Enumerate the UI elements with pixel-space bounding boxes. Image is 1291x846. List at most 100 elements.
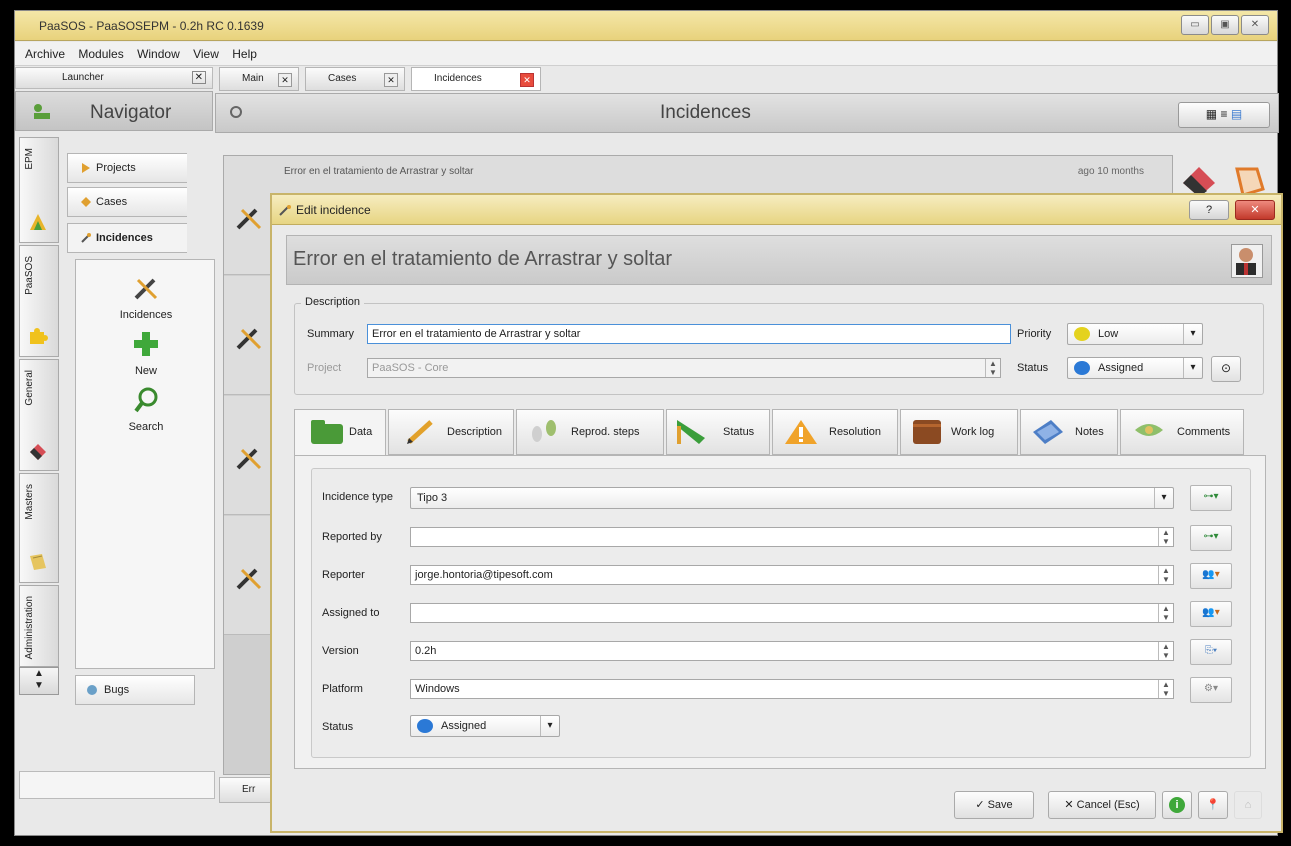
menu-bar: Archive Modules Window View Help bbox=[15, 42, 1277, 66]
tab-resolution[interactable]: Resolution bbox=[772, 409, 898, 455]
version-input[interactable]: 0.2h ▲ ▼ bbox=[410, 641, 1174, 661]
list-view-icon[interactable]: ≡ bbox=[1220, 107, 1227, 121]
minimize-button[interactable]: ▭ bbox=[1181, 15, 1209, 35]
platform-button[interactable]: ⚙▾ bbox=[1190, 677, 1232, 703]
notepad-icon bbox=[1033, 420, 1063, 444]
reported-by-input[interactable]: ▲ ▼ bbox=[410, 527, 1174, 547]
menu-modules[interactable]: Modules bbox=[78, 42, 123, 61]
nav-tab-projects[interactable]: Projects bbox=[67, 153, 187, 183]
footsteps-icon bbox=[532, 420, 556, 442]
navigator-actions-panel: Incidences New Search bbox=[75, 259, 215, 669]
summary-label: Summary bbox=[307, 328, 355, 340]
folder-icon bbox=[311, 420, 343, 444]
menu-view[interactable]: View bbox=[193, 42, 219, 61]
tree-icon: ⊶▾ bbox=[1203, 491, 1219, 502]
spinner-icon[interactable]: ▲ ▼ bbox=[1158, 604, 1173, 622]
incidence-type-select[interactable]: Tipo 3 ▾ bbox=[410, 487, 1174, 509]
description-legend: Description bbox=[301, 296, 365, 308]
chevron-right-icon bbox=[82, 163, 90, 173]
dialog-title: Edit incidence bbox=[296, 203, 371, 217]
help-button[interactable]: ? bbox=[1189, 200, 1229, 220]
nav-tab-bugs[interactable]: Bugs bbox=[75, 675, 195, 705]
nav-action-new[interactable]: New bbox=[76, 330, 216, 377]
vtab-epm[interactable]: EPM bbox=[19, 137, 59, 243]
nav-action-incidences[interactable]: Incidences bbox=[76, 274, 216, 321]
refresh-icon[interactable] bbox=[230, 106, 242, 118]
tab-data[interactable]: Data bbox=[294, 409, 386, 457]
reported-by-label: Reported by bbox=[322, 531, 382, 543]
spinner-icon[interactable]: ▲ ▼ bbox=[985, 359, 1000, 377]
tab-notes[interactable]: Notes bbox=[1020, 409, 1118, 455]
tab-comments[interactable]: Comments bbox=[1120, 409, 1244, 455]
cancel-button[interactable]: ✕ Cancel (Esc) bbox=[1048, 791, 1156, 819]
close-icon[interactable]: ✕ bbox=[278, 73, 292, 87]
project-field[interactable]: PaaSOS - Core ▲ ▼ bbox=[367, 358, 1001, 378]
status-action-button[interactable]: ⊙ bbox=[1211, 356, 1241, 382]
navigator-title: Navigator bbox=[90, 102, 172, 123]
description-group: Description Summary Error en el tratamie… bbox=[294, 296, 1264, 395]
spinner-icon[interactable]: ▲ ▼ bbox=[1158, 642, 1173, 660]
logbook-icon bbox=[913, 420, 941, 444]
spinner-icon[interactable]: ▲ ▼ bbox=[1158, 528, 1173, 546]
status-select[interactable]: Assigned ▾ bbox=[1067, 357, 1203, 379]
spinner-icon[interactable]: ▲ ▼ bbox=[1158, 680, 1173, 698]
incidences-header: Incidences ▦ ≡ ▤ bbox=[215, 93, 1279, 133]
priority-select[interactable]: Low ▾ bbox=[1067, 323, 1203, 345]
menu-help[interactable]: Help bbox=[232, 42, 257, 61]
nav-tab-incidences[interactable]: Incidences bbox=[67, 223, 187, 253]
version-button[interactable]: ⎘▾ bbox=[1190, 639, 1232, 665]
close-dialog-button[interactable]: ✕ bbox=[1235, 200, 1275, 220]
menu-window[interactable]: Window bbox=[137, 42, 180, 61]
dialog-tabs: Data Description Reprod. steps Status Re… bbox=[294, 409, 1266, 457]
vtab-administration[interactable]: Administration bbox=[19, 585, 59, 667]
tab-incidences[interactable]: Incidences ✕ bbox=[411, 67, 541, 91]
reported-by-tree-button[interactable]: ⊶▾ bbox=[1190, 525, 1232, 551]
tab-cases[interactable]: Cases ✕ bbox=[305, 67, 405, 91]
avatar[interactable] bbox=[1231, 244, 1263, 278]
reporter-input[interactable]: jorge.hontoria@tipesoft.com ▲ ▼ bbox=[410, 565, 1174, 585]
bottom-tab[interactable]: Err bbox=[219, 777, 275, 803]
incidence-type-tree-button[interactable]: ⊶▾ bbox=[1190, 485, 1232, 511]
menu-archive[interactable]: Archive bbox=[25, 42, 65, 61]
tab-description[interactable]: Description bbox=[388, 409, 514, 455]
tab-status[interactable]: Status bbox=[666, 409, 770, 455]
nav-action-search[interactable]: Search bbox=[76, 386, 216, 433]
close-icon[interactable]: ✕ bbox=[520, 73, 534, 87]
chevron-down-icon: ▾ bbox=[1183, 358, 1202, 378]
version-label: Version bbox=[322, 645, 359, 657]
platform-input[interactable]: Windows ▲ ▼ bbox=[410, 679, 1174, 699]
status-field-select[interactable]: Assigned ▾ bbox=[410, 715, 560, 737]
assigned-to-users-button[interactable]: 👥▾ bbox=[1190, 601, 1232, 627]
tab-main[interactable]: Main ✕ bbox=[219, 67, 299, 91]
chevron-down-icon: ▾ bbox=[1183, 324, 1202, 344]
vtab-paasos[interactable]: PaaSOS bbox=[19, 245, 59, 357]
info-icon: i bbox=[1169, 797, 1185, 813]
users-icon: 👥▾ bbox=[1202, 569, 1220, 580]
reporter-users-button[interactable]: 👥▾ bbox=[1190, 563, 1232, 589]
vtab-general[interactable]: General bbox=[19, 359, 59, 471]
info-button[interactable]: i bbox=[1162, 791, 1192, 819]
tab-reprod-steps[interactable]: Reprod. steps bbox=[516, 409, 664, 455]
summary-input[interactable]: Error en el tratamiento de Arrastrar y s… bbox=[367, 324, 1011, 344]
tab-work-log[interactable]: Work log bbox=[900, 409, 1018, 455]
scroll-down-button[interactable]: ▲ ▼ bbox=[19, 667, 59, 695]
gear-icon: ⚙▾ bbox=[1204, 683, 1218, 694]
detail-view-icon[interactable]: ▤ bbox=[1231, 107, 1242, 121]
user-photo-icon bbox=[1236, 248, 1256, 275]
launcher-close-icon[interactable]: ✕ bbox=[191, 71, 206, 84]
status-field-label: Status bbox=[322, 721, 354, 733]
grid-view-icon[interactable]: ▦ bbox=[1206, 107, 1217, 121]
lock-button[interactable]: ⌂ bbox=[1234, 791, 1262, 819]
save-button[interactable]: ✓ Save bbox=[954, 791, 1034, 819]
assigned-to-input[interactable]: ▲ ▼ bbox=[410, 603, 1174, 623]
wrench-icon bbox=[236, 448, 262, 470]
spinner-icon[interactable]: ▲ ▼ bbox=[1158, 566, 1173, 584]
nav-tab-cases[interactable]: Cases bbox=[67, 187, 187, 217]
vertical-tab-strip: EPM PaaSOS General Masters Administratio… bbox=[19, 137, 59, 697]
maximize-button[interactable]: ▣ bbox=[1211, 15, 1239, 35]
vtab-masters[interactable]: Masters bbox=[19, 473, 59, 583]
close-window-button[interactable]: ✕ bbox=[1241, 15, 1269, 35]
pin-button[interactable]: 📍 bbox=[1198, 791, 1228, 819]
close-icon[interactable]: ✕ bbox=[384, 73, 398, 87]
launcher-tab[interactable]: Launcher ✕ bbox=[15, 67, 213, 89]
